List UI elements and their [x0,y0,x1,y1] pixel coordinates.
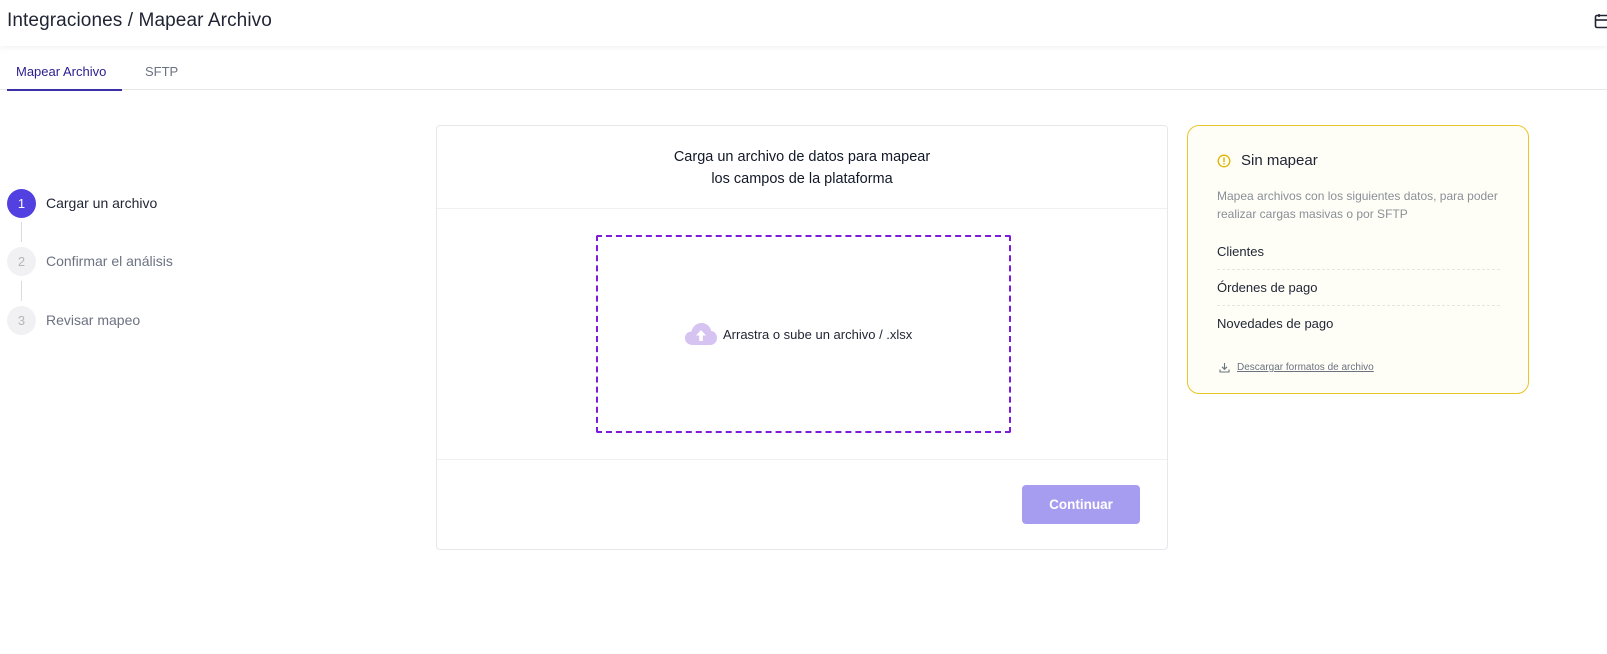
step-number: 1 [7,189,36,218]
tab-sftp[interactable]: SFTP [145,64,178,79]
step-label: Cargar un archivo [46,195,158,211]
divider [437,459,1167,460]
title-line: Carga un archivo de datos para mapear [673,149,931,165]
continue-button[interactable]: Continuar [1022,485,1140,524]
file-dropzone[interactable]: Arrastra o sube un archivo / .xlsx [596,235,1011,433]
page: Integraciones / Mapear Archivo Mapear Ar… [0,0,1607,654]
step-3: 3 Revisar mapeo [7,306,307,336]
download-formats-link[interactable]: Descargar formatos de archivo [1219,362,1374,373]
step-number: 3 [7,306,36,335]
step-connector [21,281,22,301]
title-line: los campos de la plataforma [711,171,893,187]
list-item: Clientes [1217,234,1500,270]
unmapped-list: Clientes Órdenes de pago Novedades de pa… [1217,234,1500,342]
list-item: Novedades de pago [1217,316,1334,331]
download-link-text: Descargar formatos de archivo [1237,362,1374,373]
step-1: 1 Cargar un archivo [7,189,307,219]
cloud-upload-icon [685,323,717,345]
download-icon [1219,363,1230,373]
step-connector [21,222,22,242]
step-number: 2 [7,247,36,276]
dropzone-text: Arrastra o sube un archivo / .xlsx [723,326,913,342]
tab-bar: Mapear Archivo SFTP [0,52,1607,91]
calendar-icon[interactable] [1594,13,1607,29]
tab-label: Mapear Archivo [16,64,107,79]
upload-card: Carga un archivo de datos para mapear lo… [436,125,1168,550]
unmapped-panel: Sin mapear Mapea archivos con los siguie… [1187,125,1529,394]
dropzone-content: Arrastra o sube un archivo / .xlsx [684,322,912,346]
divider [437,208,1167,209]
warning-icon [1217,154,1231,167]
panel-description: Mapea archivos con los siguientes datos,… [1217,189,1498,221]
panel-header: Sin mapear [1217,152,1318,169]
list-item: Órdenes de pago [1217,270,1500,306]
tab-label: SFTP [145,64,179,79]
tab-mapear-archivo[interactable]: Mapear Archivo [7,64,122,91]
step-label: Confirmar el análisis [46,253,173,269]
step-2: 2 Confirmar el análisis [7,247,307,277]
top-header: Integraciones / Mapear Archivo [0,0,1607,46]
upload-card-title: Carga un archivo de datos para mapear lo… [437,146,1167,190]
page-title: Integraciones / Mapear Archivo [7,10,272,31]
panel-title: Sin mapear [1241,152,1318,169]
step-label: Revisar mapeo [46,312,141,328]
